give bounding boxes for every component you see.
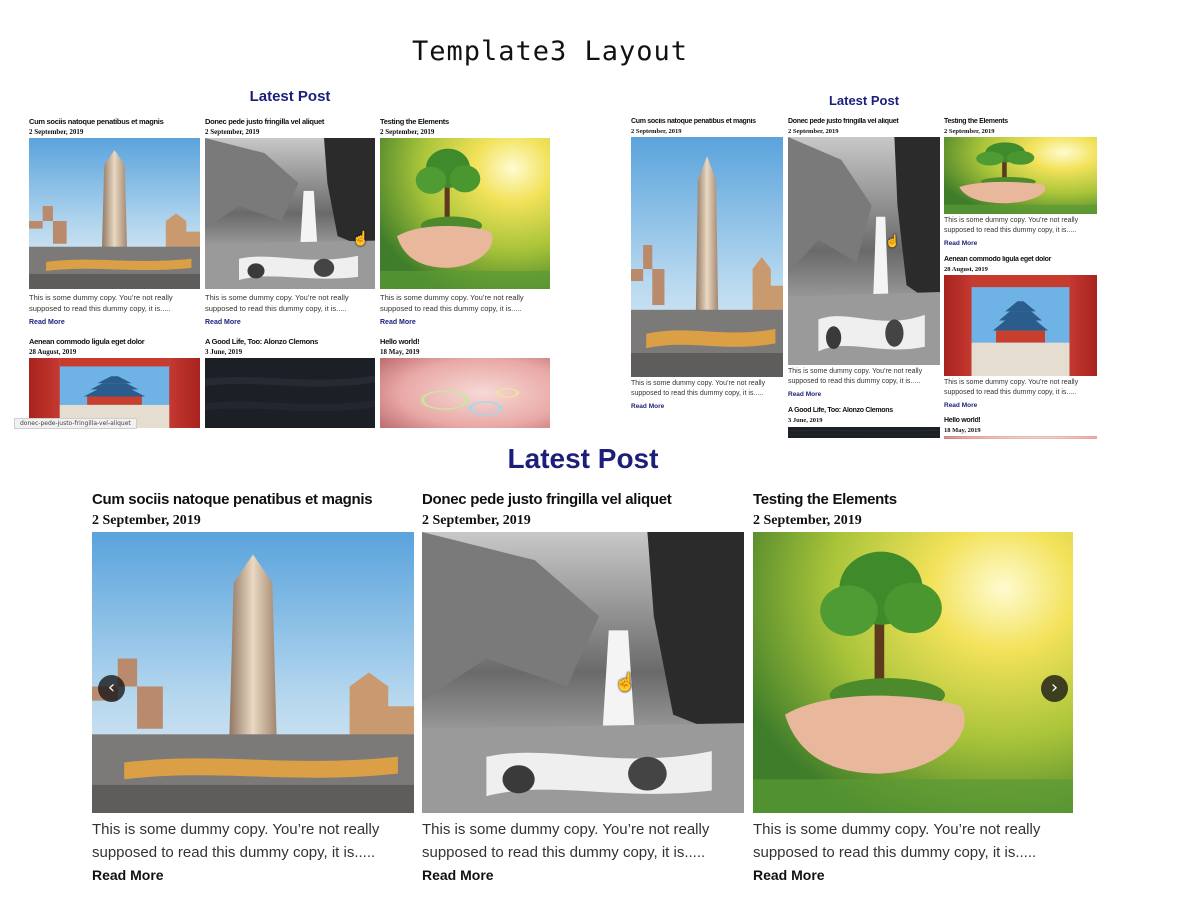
post-date: 28 August, 2019 — [29, 348, 77, 356]
post-date: 2 September, 2019 — [631, 128, 682, 135]
carousel-next-button[interactable]: › — [1041, 675, 1068, 702]
section-title: Latest Post — [507, 443, 659, 474]
post-title[interactable]: Hello world! — [944, 417, 1096, 424]
post-title[interactable]: A Good Life, Too: Alonzo Clemons — [788, 407, 940, 414]
excerpt-line: This is some dummy copy. You’re not real… — [753, 821, 1041, 838]
section-title: Latest Post — [249, 88, 331, 105]
carousel-prev-button[interactable]: ‹ — [98, 675, 125, 702]
post-date: 2 September, 2019 — [422, 513, 531, 528]
excerpt-line: This is some dummy copy. You’re not real… — [944, 217, 1079, 224]
excerpt-line: supposed to read this dummy copy, it is.… — [29, 303, 171, 313]
excerpt-line: This is some dummy copy. You’re not real… — [944, 379, 1079, 386]
excerpt-line: supposed to read this dummy copy, it is.… — [422, 844, 706, 861]
hand-cursor-icon: ☝ — [614, 672, 637, 692]
excerpt-line: This is some dummy copy. You’re not real… — [631, 380, 766, 387]
chevron-right-icon: › — [1050, 677, 1059, 698]
read-more-link[interactable]: Read More — [380, 319, 416, 326]
post-title[interactable]: Hello world! — [380, 337, 552, 346]
post-date: 18 May, 2019 — [380, 348, 420, 356]
post-title[interactable]: A Good Life, Too: Alonzo Clemons — [205, 337, 377, 346]
chevron-left-icon: ‹ — [107, 677, 116, 698]
read-more-link[interactable]: Read More — [92, 867, 164, 883]
post-image-temple[interactable] — [944, 275, 1097, 376]
page-title: Template3 Layout — [411, 36, 689, 67]
section-title: Latest Post — [828, 93, 900, 108]
read-more-link[interactable]: Read More — [753, 867, 825, 883]
read-more-link[interactable]: Read More — [205, 319, 241, 326]
post-date: 2 September, 2019 — [753, 513, 862, 528]
post-date: 3 June, 2019 — [788, 417, 823, 424]
post-date: 18 May, 2019 — [944, 427, 981, 434]
excerpt-line: supposed to read this dummy copy, it is.… — [92, 844, 376, 861]
post-excerpt: This is some dummy copy. You’re not real… — [380, 293, 552, 315]
post-image-tree[interactable] — [753, 532, 1073, 813]
post-excerpt: This is some dummy copy. You’re not real… — [205, 293, 377, 315]
excerpt-line: This is some dummy copy. You’re not real… — [29, 293, 173, 302]
post-title[interactable]: Donec pede justo fringilla vel aliquet — [422, 491, 744, 508]
post-image-dark[interactable] — [205, 358, 375, 428]
excerpt-line: supposed to read this dummy copy, it is.… — [205, 303, 347, 313]
post-date: 2 September, 2019 — [205, 128, 260, 136]
post-image-waterfall[interactable] — [788, 137, 940, 365]
post-date: 2 September, 2019 — [29, 128, 84, 136]
post-date: 2 September, 2019 — [92, 513, 201, 528]
post-image-tree[interactable] — [944, 137, 1097, 214]
post-image-waterfall[interactable] — [422, 532, 744, 813]
post-image-tree[interactable] — [380, 138, 550, 289]
post-date: 3 June, 2019 — [205, 348, 243, 356]
post-image-bubbles[interactable] — [380, 358, 550, 428]
excerpt-line: This is some dummy copy. You’re not real… — [92, 821, 380, 838]
post-excerpt: This is some dummy copy. You’re not real… — [29, 293, 201, 315]
excerpt-line: supposed to read this dummy copy, it is.… — [944, 389, 1077, 397]
read-more-link[interactable]: Read More — [29, 319, 65, 326]
post-title[interactable]: Donec pede justo fringilla vel aliquet — [205, 117, 377, 126]
read-more-link[interactable]: Read More — [944, 240, 977, 247]
post-excerpt: This is some dummy copy. You’re not real… — [944, 378, 1096, 398]
post-title[interactable]: Testing the Elements — [753, 491, 1075, 508]
excerpt-line: This is some dummy copy. You’re not real… — [205, 293, 349, 302]
post-excerpt: This is some dummy copy. You’re not real… — [944, 216, 1096, 236]
post-image-flatiron[interactable] — [631, 137, 783, 377]
post-excerpt: This is some dummy copy. You’re not real… — [631, 379, 783, 399]
read-more-link[interactable]: Read More — [788, 391, 821, 398]
post-image-waterfall[interactable] — [205, 138, 375, 289]
excerpt-line: This is some dummy copy. You’re not real… — [788, 368, 923, 375]
status-bar-url: donec-pede-justo-fringilla-vel-aliquet — [14, 418, 137, 429]
post-image-flatiron[interactable] — [92, 532, 414, 813]
post-excerpt: This is some dummy copy. You’re not real… — [92, 818, 414, 864]
excerpt-line: This is some dummy copy. You’re not real… — [380, 293, 524, 302]
excerpt-line: supposed to read this dummy copy, it is.… — [631, 390, 764, 398]
read-more-link[interactable]: Read More — [631, 403, 664, 410]
post-date: 2 September, 2019 — [788, 128, 839, 135]
post-excerpt: This is some dummy copy. You’re not real… — [753, 818, 1075, 864]
post-excerpt: This is some dummy copy. You’re not real… — [422, 818, 744, 864]
post-title[interactable]: Cum sociis natoque penatibus et magnis — [631, 118, 783, 125]
read-more-link[interactable]: Read More — [944, 402, 977, 409]
read-more-link[interactable]: Read More — [422, 867, 494, 883]
excerpt-line: supposed to read this dummy copy, it is.… — [380, 303, 522, 313]
post-title[interactable]: Cum sociis natoque penatibus et magnis — [92, 491, 414, 508]
post-title[interactable]: Aenean commodo ligula eget dolor — [944, 256, 1096, 263]
post-title[interactable]: Cum sociis natoque penatibus et magnis — [29, 117, 201, 126]
hand-cursor-icon: ☝ — [885, 234, 900, 248]
excerpt-line: supposed to read this dummy copy, it is.… — [753, 844, 1037, 861]
post-image-dark[interactable] — [788, 427, 940, 438]
post-date: 28 August, 2019 — [944, 266, 988, 273]
post-image-flatiron[interactable] — [29, 138, 200, 289]
post-excerpt: This is some dummy copy. You’re not real… — [788, 367, 940, 387]
post-title[interactable]: Aenean commodo ligula eget dolor — [29, 337, 201, 346]
post-image-bubbles[interactable] — [944, 436, 1097, 439]
excerpt-line: This is some dummy copy. You’re not real… — [422, 821, 710, 838]
excerpt-line: supposed to read this dummy copy, it is.… — [788, 378, 921, 386]
post-title[interactable]: Testing the Elements — [380, 117, 552, 126]
post-date: 2 September, 2019 — [380, 128, 435, 136]
hand-cursor-icon: ☝ — [352, 230, 370, 246]
post-title[interactable]: Testing the Elements — [944, 118, 1096, 125]
excerpt-line: supposed to read this dummy copy, it is.… — [944, 227, 1077, 235]
post-title[interactable]: Donec pede justo fringilla vel aliquet — [788, 118, 940, 125]
post-date: 2 September, 2019 — [944, 128, 995, 135]
